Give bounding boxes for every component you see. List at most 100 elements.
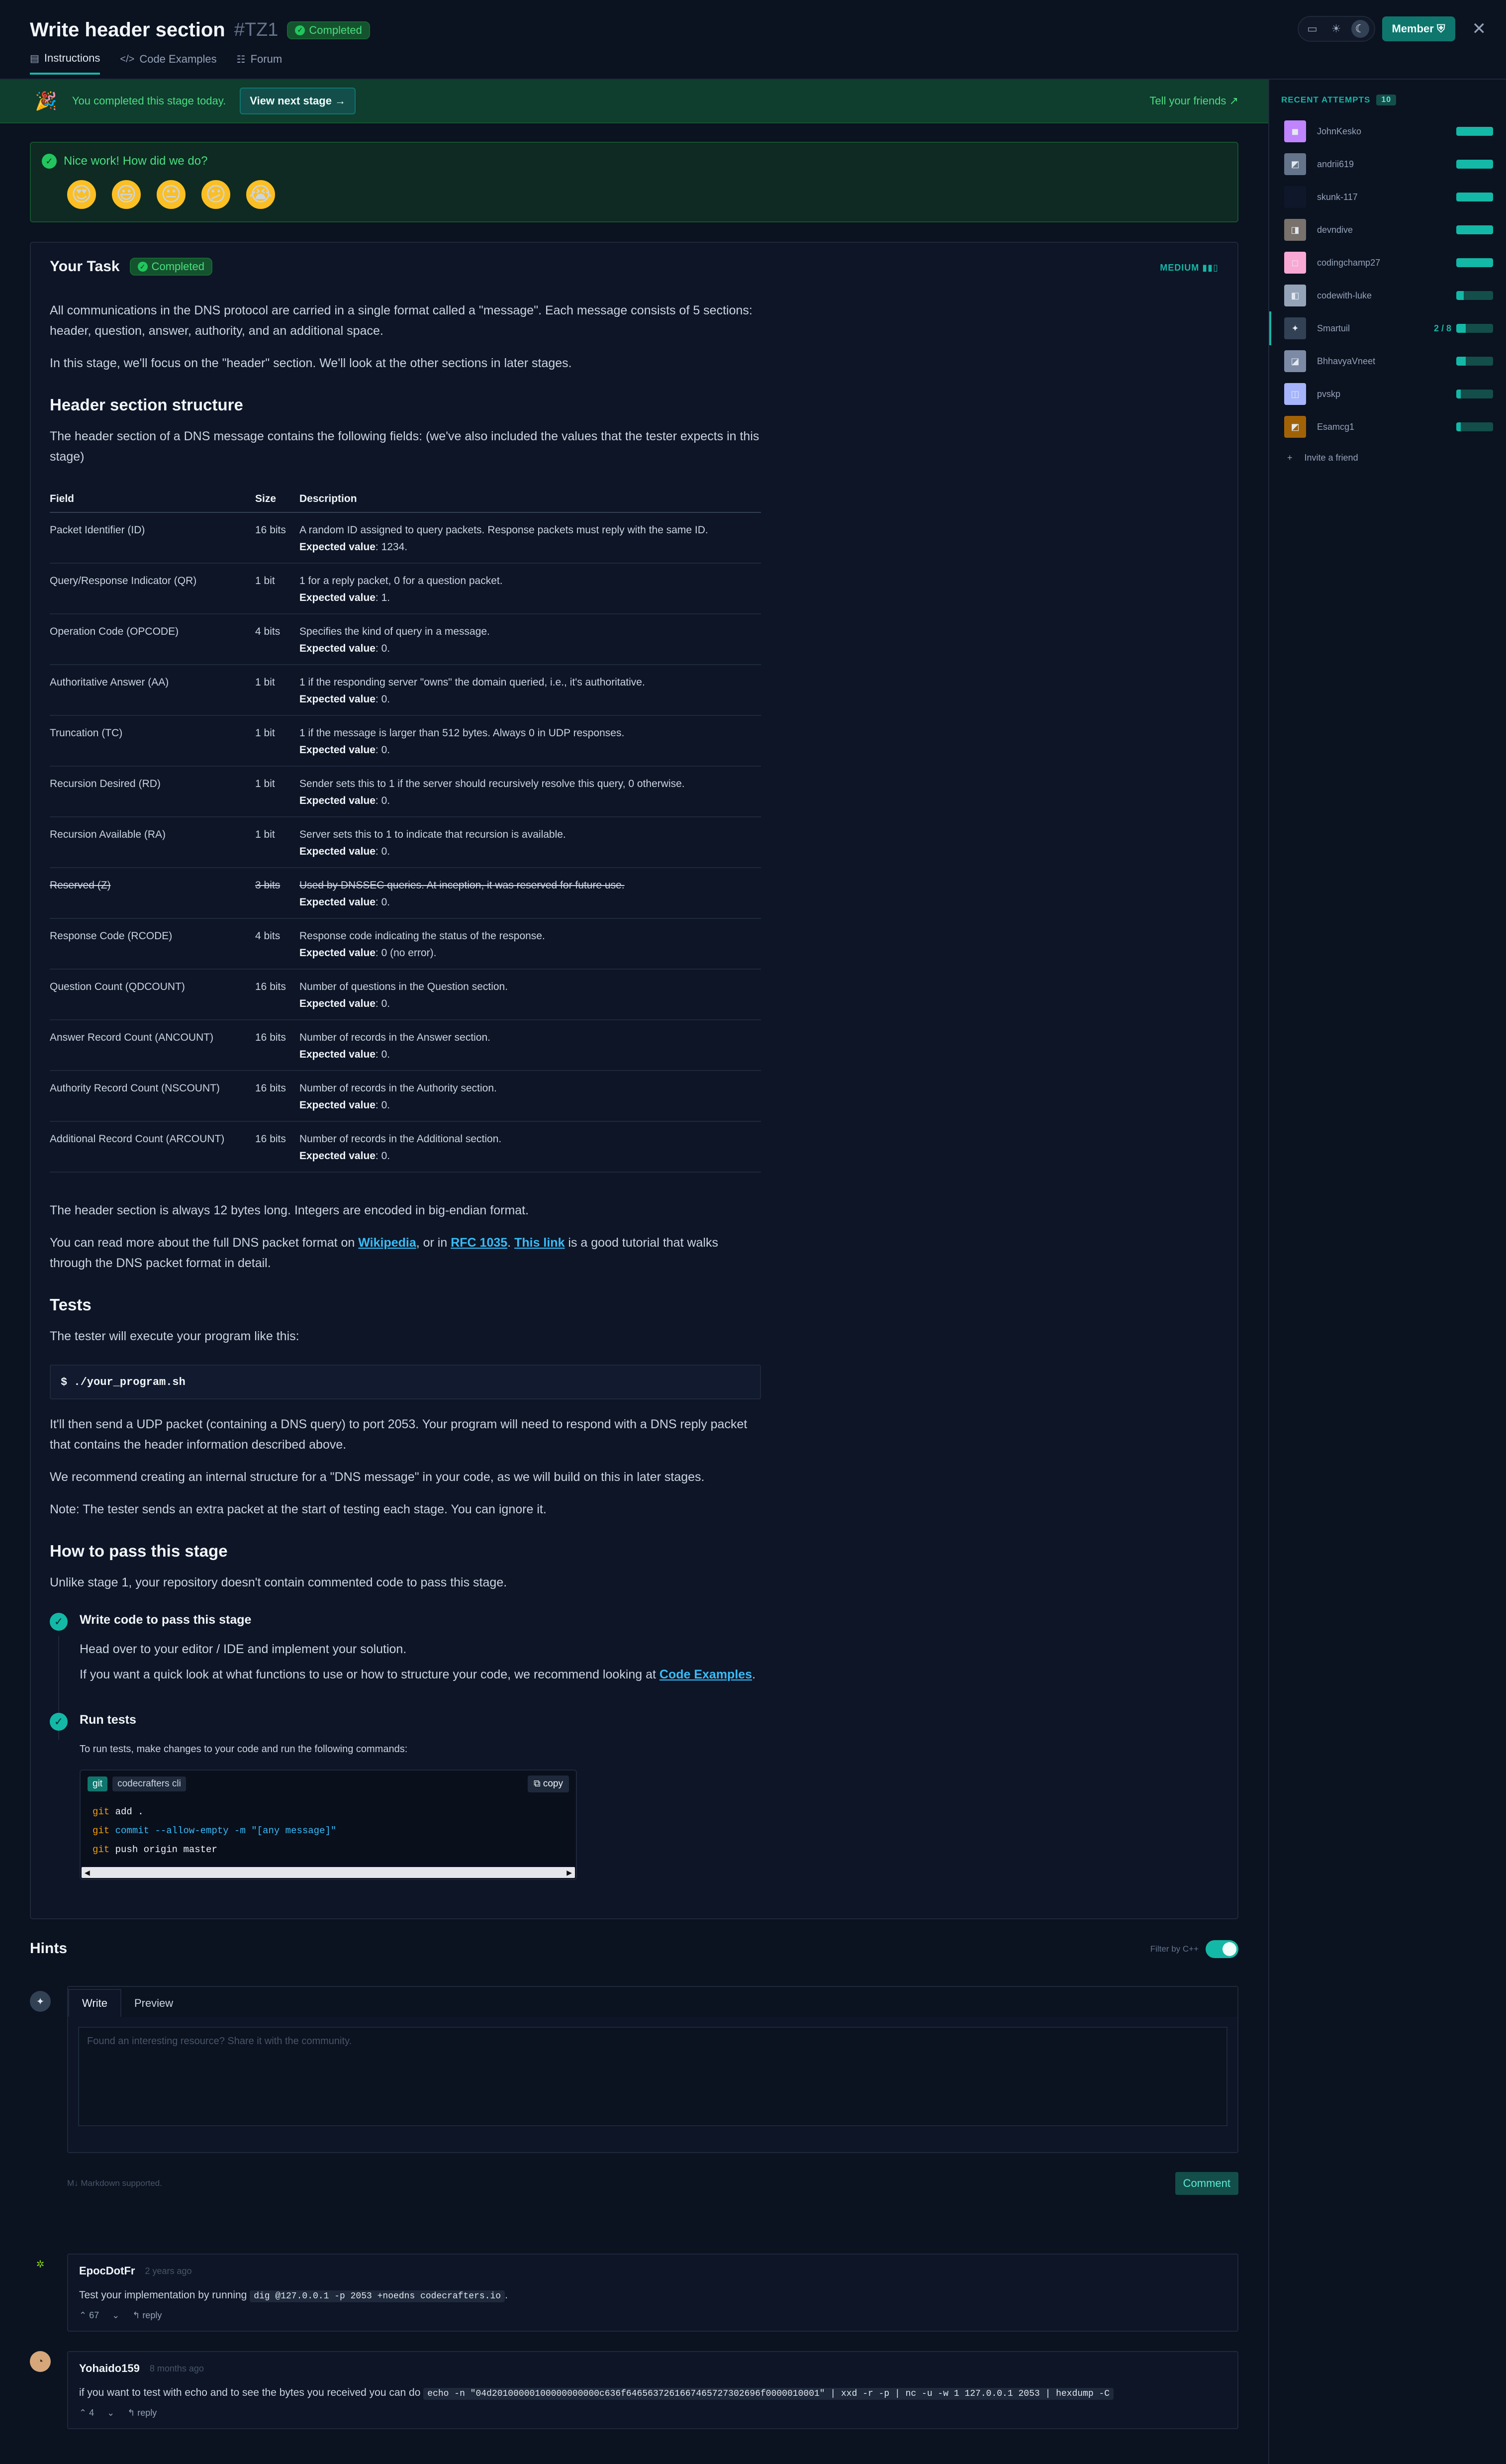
- header-fields-table: Field Size Description Packet Identifier…: [50, 487, 761, 1173]
- invite-friend-button[interactable]: + Invite a friend: [1287, 453, 1358, 463]
- expected-value-label: Expected value: [299, 795, 376, 806]
- check-icon: ✓: [50, 1613, 68, 1631]
- shield-icon: ⛨: [1436, 22, 1445, 35]
- downvote-icon[interactable]: ⌄: [112, 2310, 119, 2321]
- size-cell: 1 bit: [255, 817, 299, 868]
- field-size: 16 bits: [255, 1032, 286, 1043]
- code-line: git add .: [93, 1802, 564, 1821]
- expected-value-label: Expected value: [299, 846, 376, 857]
- expected-value-text: : 0.: [375, 795, 390, 806]
- attempt-row[interactable]: ✦ Smartuil 2 / 8: [1269, 311, 1493, 345]
- rfc-1035-link[interactable]: RFC 1035: [451, 1236, 507, 1250]
- tab-preview[interactable]: Preview: [121, 1990, 186, 2017]
- description-cell: A random ID assigned to query packets. R…: [299, 512, 761, 564]
- step-text-span: If you want a quick look at what functio…: [80, 1668, 659, 1681]
- step-text: To run tests, make changes to your code …: [80, 1744, 408, 1755]
- intro-paragraph-1: All communications in the DNS protocol a…: [50, 303, 753, 338]
- neutral-emoji[interactable]: 😐: [155, 179, 187, 210]
- copy-button[interactable]: ⧉ copy: [528, 1775, 569, 1792]
- downvote-icon[interactable]: ⌄: [107, 2408, 114, 2418]
- attempt-row[interactable]: ◩ Esamcg1: [1284, 415, 1493, 439]
- description-cell: 1 if the message is larger than 512 byte…: [299, 715, 761, 767]
- field-name: Truncation (TC): [50, 727, 123, 739]
- hint-username[interactable]: Yohaido159: [79, 2362, 140, 2375]
- hint-username[interactable]: EpocDotFr: [79, 2265, 135, 2277]
- markdown-note-text: Markdown supported.: [81, 2178, 162, 2188]
- comment-button[interactable]: Comment: [1175, 2172, 1238, 2195]
- expected-value-label: Expected value: [299, 998, 376, 1009]
- scroll-left-icon[interactable]: ◀: [85, 1869, 90, 1877]
- attempt-row[interactable]: skunk-117: [1284, 185, 1493, 209]
- attempt-row[interactable]: ◧ codewith-luke: [1284, 284, 1493, 307]
- attempt-avatar: ◩: [1284, 153, 1306, 175]
- attempt-row[interactable]: ◨ devndive: [1284, 218, 1493, 242]
- attempt-row[interactable]: ◼ JohnKesko: [1284, 119, 1493, 143]
- crying-emoji[interactable]: 😭: [245, 179, 277, 210]
- filter-toggle[interactable]: [1206, 1940, 1238, 1958]
- attempt-progress-fill: [1456, 258, 1493, 267]
- field-size: 3 bits: [255, 880, 281, 891]
- monitor-icon[interactable]: ▭: [1304, 20, 1321, 38]
- markdown-icon: M↓: [67, 2178, 81, 2188]
- attempt-progress-bar: [1456, 160, 1493, 169]
- heart-eyes-emoji[interactable]: 😍: [66, 179, 97, 210]
- member-button[interactable]: Member ⛨: [1382, 16, 1455, 41]
- reply-button[interactable]: ↰ reply: [127, 2408, 157, 2418]
- tab-write[interactable]: Write: [68, 1989, 121, 2017]
- top-bar: Write header section #TZ1 ✓ Completed ▤ …: [0, 0, 1506, 80]
- step-title: Run tests: [80, 1713, 136, 1727]
- attempt-avatar: ◩: [1284, 416, 1306, 438]
- tab-instructions[interactable]: ▤ Instructions: [30, 52, 100, 75]
- sun-icon[interactable]: ☀: [1327, 20, 1345, 38]
- tab-code-examples[interactable]: </> Code Examples: [120, 52, 216, 75]
- attempt-row[interactable]: ◩ andrii619: [1284, 152, 1493, 176]
- field-cell: Question Count (QDCOUNT): [50, 969, 255, 1020]
- attempt-progress-bar: [1456, 324, 1493, 333]
- attempt-progress-fill: [1456, 291, 1464, 300]
- tell-friends-link[interactable]: Tell your friends ↗: [1149, 95, 1238, 107]
- attempt-row[interactable]: ◫ pvskp: [1284, 382, 1493, 406]
- confused-emoji[interactable]: 😕: [200, 179, 232, 210]
- attempt-progress-fill: [1456, 324, 1466, 333]
- code-examples-link[interactable]: Code Examples: [659, 1668, 752, 1681]
- tutorial-link[interactable]: This link: [514, 1236, 565, 1250]
- moon-icon[interactable]: ☾: [1351, 20, 1369, 38]
- theme-toggle[interactable]: ▭ ☀ ☾: [1297, 16, 1375, 42]
- code-tab-cli[interactable]: codecrafters cli: [112, 1776, 186, 1791]
- field-description: Response code indicating the status of t…: [299, 930, 545, 942]
- wikipedia-link[interactable]: Wikipedia: [358, 1236, 416, 1250]
- page-title: Write header section: [30, 19, 225, 41]
- step-run-tests: ✓ Run tests To run tests, make changes t…: [50, 1713, 761, 1880]
- intro-paragraph-2: In this stage, we'll focus on the "heade…: [50, 356, 572, 370]
- upvote-button[interactable]: ⌃ 4: [79, 2408, 94, 2418]
- field-description: Server sets this to 1 to indicate that r…: [299, 829, 566, 840]
- expected-value: Expected value: 0.: [299, 843, 761, 860]
- check-icon: ✓: [137, 262, 148, 272]
- pass-paragraph: Unlike stage 1, your repository doesn't …: [50, 1576, 507, 1589]
- smile-emoji[interactable]: 😃: [110, 179, 142, 210]
- attempt-avatar: ◼: [1284, 120, 1306, 142]
- reply-button[interactable]: ↰ reply: [132, 2310, 162, 2321]
- horizontal-scrollbar[interactable]: ◀ ▶: [82, 1867, 575, 1878]
- view-next-stage-button[interactable]: View next stage →: [240, 88, 356, 114]
- task-body: Your Task ✓ Completed All communications…: [50, 258, 761, 1880]
- expected-value-label: Expected value: [299, 541, 376, 553]
- attempt-row[interactable]: ◪ BhhavyaVneet: [1284, 349, 1493, 373]
- upvote-button[interactable]: ⌃ 67: [79, 2310, 99, 2321]
- field-description: 1 for a reply packet, 0 for a question p…: [299, 575, 503, 587]
- attempt-row[interactable]: ◻ codingchamp27: [1284, 251, 1493, 275]
- field-cell: Response Code (RCODE): [50, 918, 255, 970]
- expected-value-label: Expected value: [299, 643, 376, 654]
- title-row: Write header section #TZ1 ✓ Completed: [30, 19, 370, 41]
- tab-forum[interactable]: ☷ Forum: [237, 52, 282, 75]
- difficulty-badge: MEDIUM ▮▮▯: [1160, 263, 1219, 273]
- member-label: Member: [1392, 22, 1434, 35]
- expected-value-label: Expected value: [299, 1150, 376, 1162]
- code-tab-git[interactable]: git: [88, 1776, 108, 1791]
- hint-textarea[interactable]: Found an interesting resource? Share it …: [78, 2027, 1227, 2126]
- hint-actions: ⌃ 4 ⌄ ↰ reply: [79, 2408, 1226, 2418]
- feedback-emojis: 😍 😃 😐 😕 😭: [66, 179, 277, 210]
- close-icon[interactable]: ✕: [1472, 19, 1487, 39]
- table-row: Truncation (TC) 1 bit 1 if the message is …: [50, 715, 761, 767]
- scroll-right-icon[interactable]: ▶: [566, 1869, 572, 1877]
